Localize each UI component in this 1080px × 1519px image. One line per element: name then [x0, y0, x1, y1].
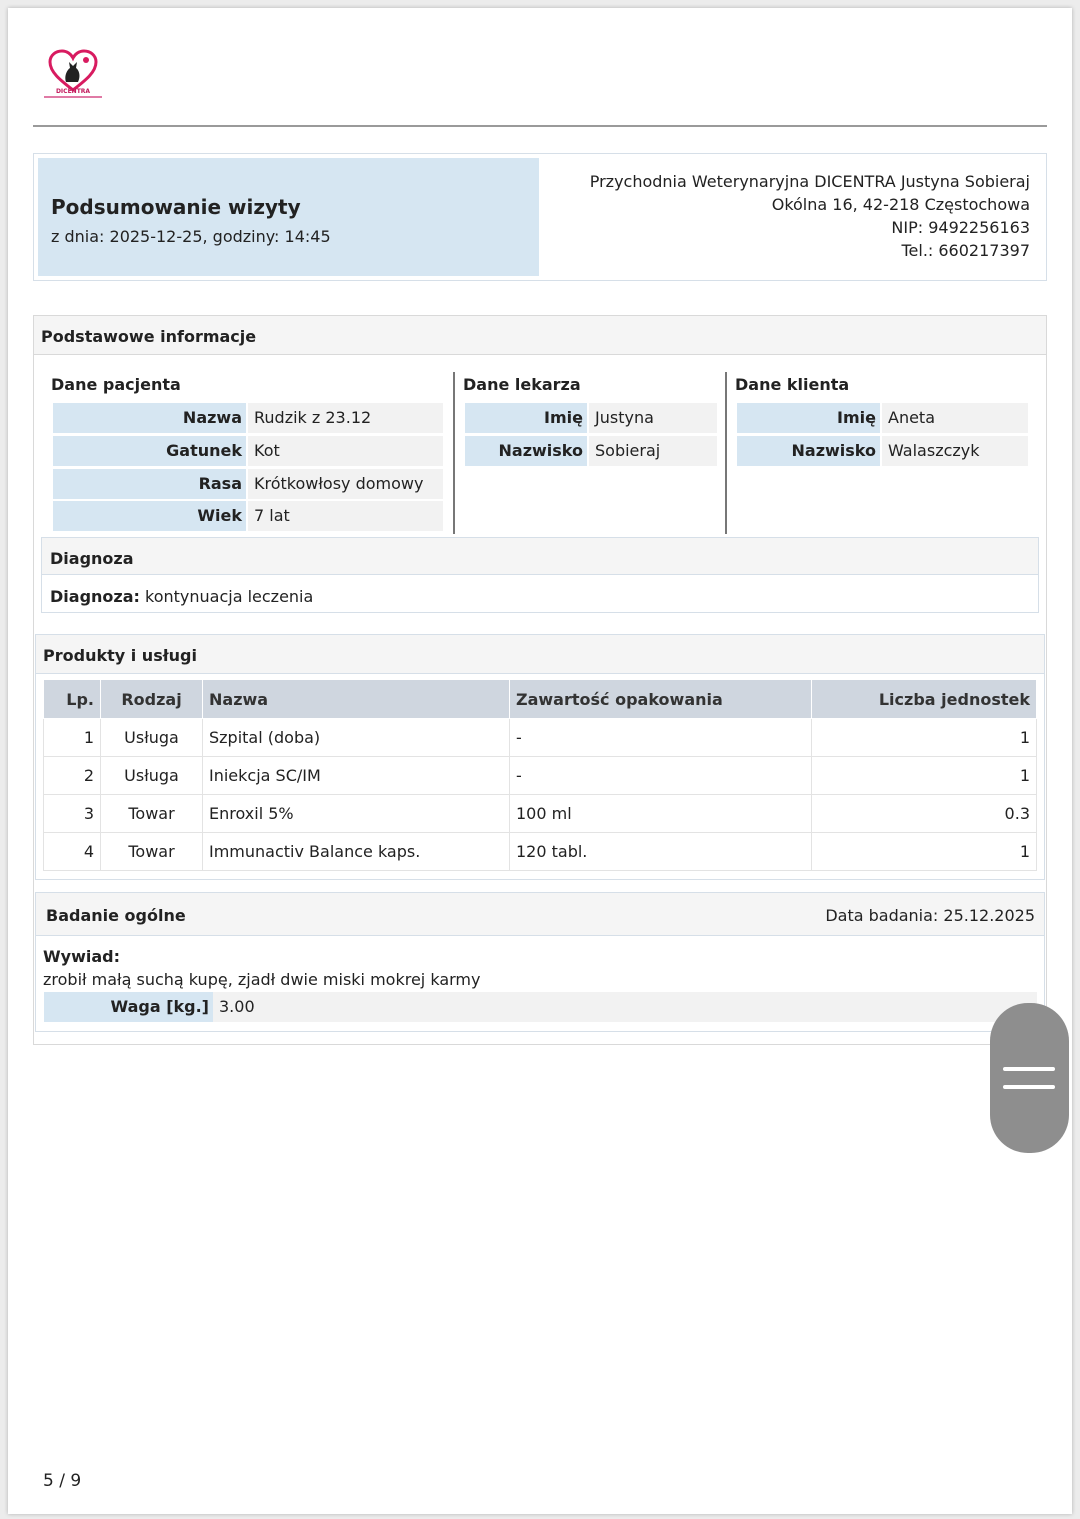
visit-date: z dnia: 2025-12-25, godziny: 14:45: [51, 227, 331, 246]
row-label: Rasa: [53, 469, 246, 499]
cell-type: Towar: [100, 832, 203, 871]
interview-text: zrobił małą suchą kupę, zjadł dwie miski…: [43, 970, 481, 989]
cell-package: -: [509, 756, 812, 795]
visit-header: Podsumowanie wizyty z dnia: 2025-12-25, …: [33, 153, 1047, 281]
cell-units: 1: [811, 832, 1037, 871]
logo-tagline-bar: [44, 96, 102, 98]
clinic-info: Przychodnia Weterynaryjna DICENTRA Justy…: [590, 170, 1030, 262]
row-label: Wiek: [53, 501, 246, 531]
cell-lp: 1: [43, 718, 101, 757]
table-row: 3 Towar Enroxil 5% 100 ml 0.3: [43, 794, 1037, 833]
row-value: Rudzik z 23.12: [248, 403, 443, 433]
clinic-name: Przychodnia Weterynaryjna DICENTRA Justy…: [589, 172, 1030, 191]
handle-line: [1003, 1085, 1055, 1089]
row-value: Sobieraj: [589, 436, 717, 466]
cell-units: 1: [811, 756, 1037, 795]
products-header: Produkty i usługi: [36, 635, 1044, 674]
col-header-units: Liczba jednostek: [811, 679, 1037, 719]
col-header-name: Nazwa: [202, 679, 510, 719]
client-title: Dane klienta: [735, 375, 850, 394]
doctor-title: Dane lekarza: [463, 375, 581, 394]
row-label: Gatunek: [53, 436, 246, 466]
table-row: 1 Usługa Szpital (doba) - 1: [43, 718, 1037, 757]
cell-units: 1: [811, 718, 1037, 757]
section-title: Podstawowe informacje: [41, 327, 257, 346]
row-value: Kot: [248, 436, 443, 466]
row-label: Nazwisko: [465, 436, 587, 466]
row-label: Imię: [465, 403, 587, 433]
cell-lp: 3: [43, 794, 101, 833]
cell-units: 0.3: [811, 794, 1037, 833]
diagnosis-label: Diagnoza:: [50, 587, 140, 606]
drag-handle-icon[interactable]: [990, 1003, 1069, 1153]
row-value: Krótkowłosy domowy: [248, 469, 443, 499]
cell-name: Immunactiv Balance kaps.: [202, 832, 510, 871]
cell-type: Usługa: [100, 718, 203, 757]
cell-name: Szpital (doba): [202, 718, 510, 757]
row-value: Justyna: [589, 403, 717, 433]
exam-header: Badanie ogólne Data badania: 25.12.2025: [36, 893, 1044, 936]
row-value: 7 lat: [248, 501, 443, 531]
cell-lp: 2: [43, 756, 101, 795]
row-label: Imię: [737, 403, 880, 433]
basic-info-header: Podstawowe informacje: [34, 316, 1046, 355]
cell-package: 120 tabl.: [509, 832, 812, 871]
logo-wordmark: DICENTRA: [55, 88, 91, 95]
patient-title: Dane pacjenta: [51, 375, 181, 394]
exam-date: Data badania: 25.12.2025: [825, 906, 1035, 925]
column-divider: [453, 372, 455, 534]
table-header-row: Lp. Rodzaj Nazwa Zawartość opakowania Li…: [43, 679, 1037, 719]
cell-lp: 4: [43, 832, 101, 871]
cell-name: Enroxil 5%: [202, 794, 510, 833]
cell-type: Usługa: [100, 756, 203, 795]
weight-row: Waga [kg.] 3.00: [44, 992, 1037, 1022]
diagnosis-body: Diagnoza: kontynuacja leczenia: [50, 587, 313, 606]
products-title: Produkty i usługi: [43, 646, 197, 665]
basic-info-section: Podstawowe informacje Dane pacjenta Nazw…: [33, 315, 1047, 1045]
visit-title: Podsumowanie wizyty: [51, 195, 301, 219]
exam-section: Badanie ogólne Data badania: 25.12.2025 …: [35, 892, 1045, 1032]
clinic-address: Okólna 16, 42-218 Częstochowa: [771, 195, 1030, 214]
document-page: DICENTRA Podsumowanie wizyty z dnia: 202…: [8, 8, 1072, 1514]
interview-label: Wywiad:: [43, 947, 120, 966]
clinic-nip: NIP: 9492256163: [891, 218, 1030, 237]
cell-package: 100 ml: [509, 794, 812, 833]
page-indicator: 5 / 9: [43, 1471, 82, 1491]
cell-package: -: [509, 718, 812, 757]
diagnosis-header: Diagnoza: [42, 538, 1038, 575]
col-header-package: Zawartość opakowania: [509, 679, 812, 719]
row-label: Nazwisko: [737, 436, 880, 466]
header-divider: [33, 125, 1047, 127]
table-row: 2 Usługa Iniekcja SC/IM - 1: [43, 756, 1037, 795]
cell-type: Towar: [100, 794, 203, 833]
diagnosis-title: Diagnoza: [50, 549, 134, 568]
diagnosis-value: kontynuacja leczenia: [145, 587, 314, 606]
row-value: Walaszczyk: [882, 436, 1028, 466]
row-value: Aneta: [882, 403, 1028, 433]
row-label: Nazwa: [53, 403, 246, 433]
weight-value: 3.00: [219, 997, 255, 1016]
exam-title: Badanie ogólne: [46, 906, 186, 925]
products-table: Lp. Rodzaj Nazwa Zawartość opakowania Li…: [43, 679, 1037, 871]
clinic-phone: Tel.: 660217397: [901, 241, 1030, 260]
products-section: Produkty i usługi Lp. Rodzaj Nazwa Zawar…: [35, 634, 1045, 880]
handle-line: [1003, 1067, 1055, 1071]
col-header-type: Rodzaj: [100, 679, 203, 719]
col-header-lp: Lp.: [43, 679, 101, 719]
cell-name: Iniekcja SC/IM: [202, 756, 510, 795]
diagnosis-section: Diagnoza Diagnoza: kontynuacja leczenia: [41, 537, 1039, 613]
table-row: 4 Towar Immunactiv Balance kaps. 120 tab…: [43, 832, 1037, 871]
column-divider: [725, 372, 727, 534]
visit-title-panel: Podsumowanie wizyty z dnia: 2025-12-25, …: [38, 158, 539, 276]
weight-label: Waga [kg.]: [44, 992, 213, 1022]
